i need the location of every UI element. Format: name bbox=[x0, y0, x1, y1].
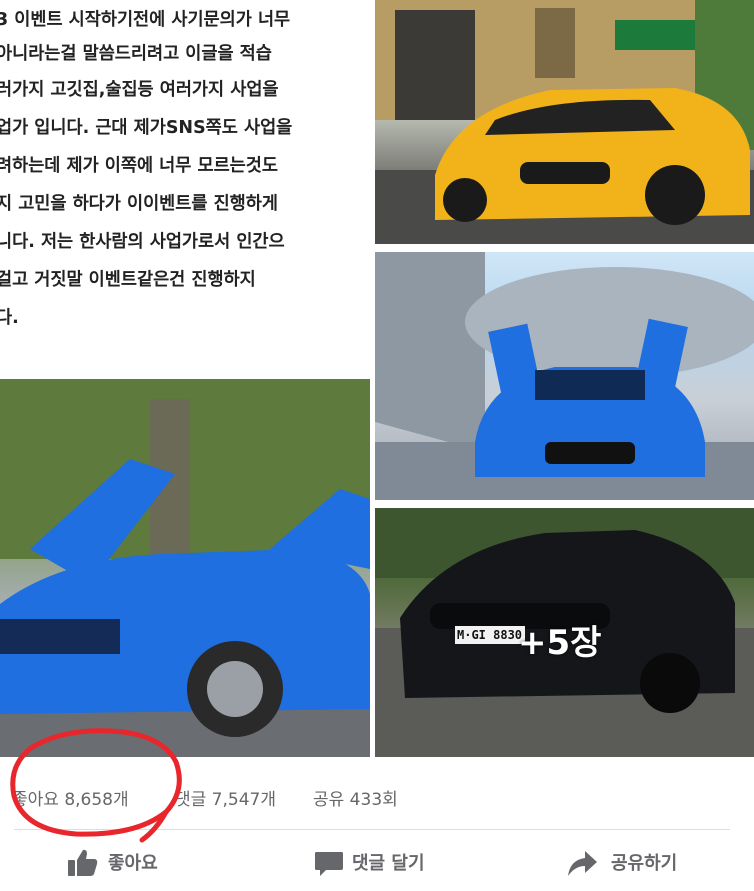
divider bbox=[14, 829, 730, 830]
like-button[interactable]: 좋아요 bbox=[66, 846, 186, 880]
comment-button[interactable]: 댓글 달기 bbox=[312, 846, 452, 880]
text-line: 지 고민을 하다가 이이벤트를 진행하게 bbox=[0, 194, 278, 214]
photo-yellow-car[interactable] bbox=[375, 0, 754, 244]
text-line: 아니라는걸 말씀드리려고 이글을 적습 bbox=[0, 44, 272, 64]
text-line: 업가 입니다. 근대 제가SNS쪽도 사업을 bbox=[0, 118, 293, 138]
license-plate: M·GI 8830 bbox=[457, 628, 523, 642]
likes-count[interactable]: 좋아요 8,658개 bbox=[12, 785, 129, 810]
yellow-car-illustration bbox=[375, 0, 754, 244]
shares-count[interactable]: 공유 433회 bbox=[313, 785, 398, 810]
text-line: 러가지 고깃집,술집등 여러가지 사업을 bbox=[0, 80, 279, 100]
like-button-label: 좋아요 bbox=[108, 853, 158, 874]
thumbs-up-icon bbox=[68, 849, 98, 876]
engagement-stats: 좋아요 8,658개 댓글 7,547개 공유 433회 bbox=[12, 785, 752, 813]
text-line: 려하는데 제가 이쪽에 너무 모르는것도 bbox=[0, 156, 278, 176]
text-line: 니다. 저는 한사람의 사업가로서 인간으 bbox=[0, 232, 285, 252]
text-line: 다. bbox=[0, 308, 19, 328]
more-photos-count[interactable]: +5장 bbox=[518, 615, 601, 664]
comment-button-label: 댓글 달기 bbox=[352, 853, 425, 874]
speech-bubble-icon bbox=[315, 852, 343, 876]
comments-count[interactable]: 댓글 7,547개 bbox=[175, 785, 276, 810]
text-line: 걸고 거짓말 이벤트같은건 진행하지 bbox=[0, 270, 256, 290]
text-line: 3 이벤트 시작하기전에 사기문의가 너무 bbox=[0, 10, 291, 30]
share-arrow-icon bbox=[568, 851, 597, 876]
photo-blue-car-open-doors[interactable] bbox=[0, 379, 370, 757]
post-text-image[interactable]: 3 이벤트 시작하기전에 사기문의가 너무 아니라는걸 말씀드리려고 이글을 적… bbox=[0, 0, 370, 372]
photo-blue-car-front[interactable] bbox=[375, 252, 754, 500]
blue-car-front-illustration bbox=[375, 252, 754, 500]
blue-car-open-doors-illustration bbox=[0, 379, 370, 757]
share-button[interactable]: 공유하기 bbox=[565, 846, 705, 880]
share-button-label: 공유하기 bbox=[611, 853, 678, 874]
